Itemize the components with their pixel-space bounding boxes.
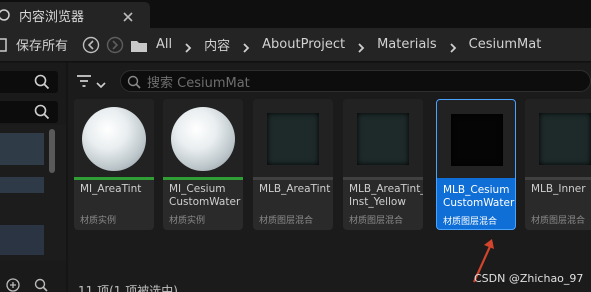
asset-name: MI_Cesium CustomWater [169,183,241,208]
asset-name: MI_AreaTint [80,183,142,195]
tab-label: 内容浏览器 [19,9,85,25]
asset-type: 材质实例 [169,216,206,226]
breadcrumb-all[interactable]: All [156,37,172,52]
forward-icon[interactable] [106,36,124,54]
asset-type: 材质图层混合 [259,216,314,226]
asset-thumbnail [253,99,333,179]
chevron-right-icon [240,39,252,53]
tree-scrollbar[interactable] [49,129,55,173]
asset-type-bar [253,177,333,180]
filter-button[interactable] [76,69,110,91]
chevron-right-icon [355,39,367,53]
asset-search-input[interactable]: 搜索 CesiumMat [120,70,591,92]
asset-name: MLB_AreaTint [259,183,331,195]
save-all-label: 保存所有 [16,39,69,54]
search-icon[interactable] [34,104,50,120]
asset-type-bar [343,177,423,180]
breadcrumb-cesiummat[interactable]: CesiumMat [469,37,542,52]
search-icon [127,74,141,89]
asset-thumbnail [74,99,154,179]
asset-tile[interactable]: MLB_AreaTint 材质图层混合 [253,99,333,230]
asset-type: 材质图层混合 [349,216,404,226]
chevron-right-icon [182,39,194,53]
folder-icon [130,38,148,52]
folder-tree[interactable] [0,125,66,260]
asset-type-bar [163,177,243,180]
status-text: 11 项(1 项被选中) [78,284,178,292]
asset-view: 搜索 CesiumMat MI_AreaTint 材质实例 MI_Cesium … [68,63,591,292]
back-icon[interactable] [82,36,100,54]
filter-icon [76,73,92,87]
layer-blend-preview [539,113,591,165]
search-icon[interactable] [34,74,50,90]
watermark: CSDN @Zhichao_97 [474,272,584,285]
asset-type-bar [525,177,591,180]
breadcrumb-content[interactable]: 内容 [204,35,230,54]
asset-thumbnail [525,99,591,179]
layer-blend-preview [451,114,503,166]
sources-panel [0,63,66,292]
toolbar: 保存所有 All 内容 AboutProject Materials Cesiu… [0,28,591,62]
layer-blend-preview [357,113,409,165]
asset-tile[interactable]: MLB_AreaTint_ Inst_Yellow 材质图层混合 [343,99,423,230]
asset-thumbnail [343,99,423,179]
tab-content-browser[interactable]: 内容浏览器 [0,2,150,28]
close-icon[interactable] [122,8,134,22]
search-placeholder: 搜索 CesiumMat [147,75,250,91]
asset-tile[interactable]: MI_Cesium CustomWater 材质实例 [163,99,243,230]
asset-name: MLB_AreaTint_ Inst_Yellow [349,183,423,208]
save-all-button[interactable]: 保存所有 [0,28,68,61]
tree-row[interactable] [0,177,44,193]
chevron-right-icon [447,39,459,53]
asset-tile[interactable]: MLB_Inner 材质图层混合 [525,99,591,230]
asset-name: MLB_Inner [531,183,586,195]
tree-row-highlight[interactable] [0,133,44,165]
asset-type: 材质实例 [80,216,117,226]
asset-tile[interactable]: MI_AreaTint 材质实例 [74,99,154,230]
asset-type: 材质图层混合 [531,216,586,226]
tree-row[interactable] [0,225,44,255]
layer-blend-preview [267,113,319,165]
add-icon[interactable] [6,277,20,292]
tab-bar: 内容浏览器 [0,0,591,28]
content-browser-icon [0,7,16,23]
asset-type-bar [74,177,154,180]
sources-footer [0,277,66,292]
asset-type: 材质图层混合 [443,217,498,227]
asset-name: MLB_Cesium CustomWater [443,184,515,209]
asset-type-bar [437,178,515,181]
chevron-down-icon [95,75,107,89]
asset-thumbnail [163,99,243,179]
search-icon[interactable] [34,277,48,292]
sphere-preview [82,107,146,171]
breadcrumb-aboutproject[interactable]: AboutProject [262,37,345,52]
asset-tile-selected[interactable]: MLB_Cesium CustomWater 材质图层混合 [436,99,516,230]
sphere-preview [171,107,235,171]
asset-thumbnail [437,100,515,180]
save-icon [0,37,8,53]
filter-bar: 搜索 CesiumMat [68,67,591,93]
sources-search-bar[interactable] [0,71,58,93]
folder-search-bar[interactable] [0,101,58,123]
breadcrumb-materials[interactable]: Materials [377,37,437,52]
